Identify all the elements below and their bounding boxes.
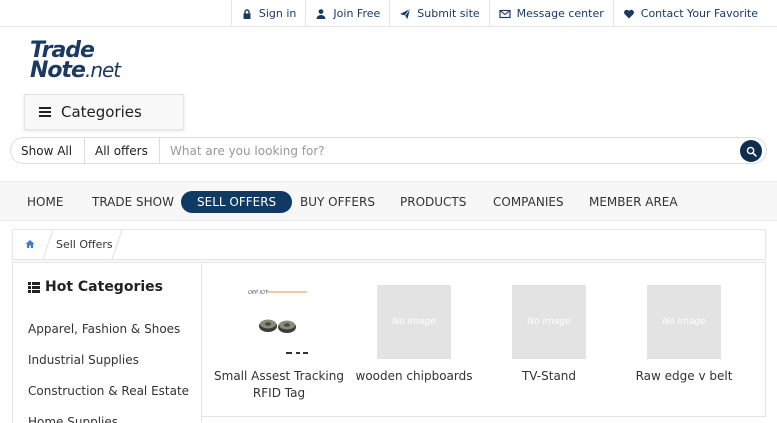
sign-in-link[interactable]: Sign in — [230, 0, 306, 27]
rfid-tag-photo: OPP IOT — [248, 290, 308, 354]
breadcrumb-current[interactable]: Sell Offers — [56, 238, 113, 251]
top-bar: Sign in Join Free Submit site Message ce… — [0, 0, 777, 27]
logo-line-2: Note.net — [30, 58, 121, 83]
message-center-label: Message center — [516, 7, 604, 20]
home-icon[interactable] — [25, 239, 35, 249]
no-image-placeholder[interactable]: No Image — [512, 285, 586, 359]
product-name[interactable]: Small Assest Tracking RFID Tag — [212, 368, 346, 402]
join-free-label: Join Free — [333, 7, 381, 20]
hot-categories-panel: Hot Categories Apparel, Fashion & Shoes … — [12, 262, 202, 423]
product-name[interactable]: TV-Stand — [482, 368, 616, 385]
product-card[interactable]: No Image Raw edge v belt — [617, 285, 751, 385]
logo-suffix: .net — [84, 58, 121, 82]
category-link[interactable]: Home Supplies — [28, 415, 118, 423]
product-card[interactable]: No Image wooden chipboards — [347, 285, 481, 385]
paper-plane-icon — [400, 8, 411, 19]
breadcrumb-separator — [111, 230, 123, 259]
nav-trade-show[interactable]: TRADE SHOW — [76, 191, 190, 213]
submit-site-link[interactable]: Submit site — [389, 0, 488, 27]
product-grid: OPP IOT Small Assest Tracking RFID Tag N… — [201, 262, 766, 417]
nav-companies[interactable]: COMPANIES — [477, 191, 580, 213]
nav-home[interactable]: HOME — [11, 191, 79, 213]
user-icon — [316, 8, 326, 19]
categories-button[interactable]: Categories — [24, 94, 184, 130]
heart-icon — [623, 9, 634, 18]
lock-icon — [243, 8, 251, 19]
no-image-placeholder[interactable]: No Image — [377, 285, 451, 359]
hot-categories-title: Hot Categories — [45, 279, 163, 295]
envelope-icon — [499, 9, 511, 18]
breadcrumb-separator — [42, 230, 54, 259]
category-link[interactable]: Industrial Supplies — [28, 353, 139, 367]
search-type-select[interactable]: All offers — [85, 138, 160, 163]
site-logo[interactable]: Trade Note.net — [30, 38, 150, 83]
main-nav: HOME TRADE SHOW SELL OFFERS BUY OFFERS P… — [0, 181, 777, 221]
no-image-placeholder[interactable]: No Image — [647, 285, 721, 359]
nav-buy-offers[interactable]: BUY OFFERS — [284, 191, 391, 213]
hot-categories-heading: Hot Categories — [28, 279, 163, 295]
product-name[interactable]: wooden chipboards — [347, 368, 481, 385]
submit-site-label: Submit site — [417, 7, 480, 20]
search-bar: Show All All offers — [10, 137, 767, 164]
nav-products[interactable]: PRODUCTS — [384, 191, 482, 213]
product-card[interactable]: No Image TV-Stand — [482, 285, 616, 385]
message-center-link[interactable]: Message center — [488, 0, 613, 27]
contact-favorite-link[interactable]: Contact Your Favorite — [612, 0, 767, 27]
nav-member-area[interactable]: MEMBER AREA — [573, 191, 694, 213]
product-image[interactable]: OPP IOT — [242, 285, 316, 359]
menu-icon — [39, 107, 51, 117]
search-input[interactable] — [160, 138, 766, 163]
nav-sell-offers[interactable]: SELL OFFERS — [181, 191, 293, 213]
logo-word: Note — [30, 58, 86, 83]
join-free-link[interactable]: Join Free — [305, 0, 389, 27]
product-card[interactable]: OPP IOT Small Assest Tracking RFID Tag — [212, 285, 346, 402]
breadcrumb: Sell Offers — [12, 229, 766, 260]
product-name[interactable]: Raw edge v belt — [617, 368, 751, 385]
contact-favorite-label: Contact Your Favorite — [640, 7, 758, 20]
search-scope-select[interactable]: Show All — [11, 138, 85, 163]
sign-in-label: Sign in — [258, 7, 297, 20]
search-icon — [746, 146, 757, 157]
category-link[interactable]: Construction & Real Estate — [28, 384, 189, 398]
list-icon — [28, 281, 40, 293]
search-button[interactable] — [740, 140, 762, 162]
svg-text:OPP IOT: OPP IOT — [248, 290, 269, 296]
category-link[interactable]: Apparel, Fashion & Shoes — [28, 322, 180, 336]
categories-label: Categories — [61, 103, 142, 121]
top-links: Sign in Join Free Submit site Message ce… — [230, 0, 767, 27]
